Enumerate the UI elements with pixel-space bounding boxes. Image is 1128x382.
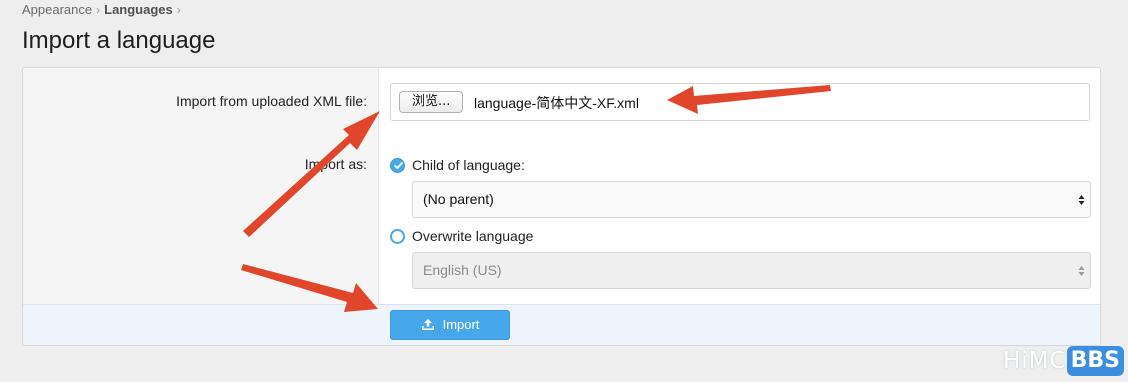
import-button[interactable]: Import <box>390 310 510 340</box>
overwrite-language-radio[interactable] <box>390 229 405 244</box>
watermark-logo: HiMC BBS <box>1003 346 1124 378</box>
browse-button[interactable]: 浏览... <box>399 91 464 113</box>
watermark-badge: BBS <box>1066 346 1124 376</box>
form-footer <box>23 304 1100 345</box>
overwrite-language-select: English (US) <box>412 252 1091 289</box>
check-icon <box>394 162 403 169</box>
chevron-right-icon: › <box>96 3 101 17</box>
breadcrumb: Appearance › Languages › <box>22 2 185 17</box>
overwrite-language-label[interactable]: Overwrite language <box>412 228 533 244</box>
import-button-label: Import <box>442 317 480 332</box>
import-as-label: Import as: <box>304 156 367 172</box>
breadcrumb-item-languages[interactable]: Languages <box>104 2 173 17</box>
import-form-panel: Import from uploaded XML file: 浏览... lan… <box>22 67 1101 346</box>
chevron-right-icon: › <box>176 3 181 17</box>
overwrite-language-value: English (US) <box>423 262 502 278</box>
child-of-language-label[interactable]: Child of language: <box>412 157 525 173</box>
select-arrows-icon <box>1078 195 1085 205</box>
select-arrows-icon <box>1078 266 1085 276</box>
page-title: Import a language <box>22 27 216 54</box>
file-field-label: Import from uploaded XML file: <box>176 93 367 109</box>
parent-language-value: (No parent) <box>423 191 494 207</box>
child-of-language-radio[interactable] <box>390 158 405 173</box>
selected-file-name: language-简体中文-XF.xml <box>474 95 639 111</box>
breadcrumb-item-appearance[interactable]: Appearance <box>22 2 92 17</box>
file-upload-field[interactable]: 浏览... language-简体中文-XF.xml <box>390 83 1090 121</box>
watermark-text: HiMC <box>1003 348 1067 374</box>
parent-language-select[interactable]: (No parent) <box>412 181 1091 218</box>
upload-icon <box>421 318 434 330</box>
